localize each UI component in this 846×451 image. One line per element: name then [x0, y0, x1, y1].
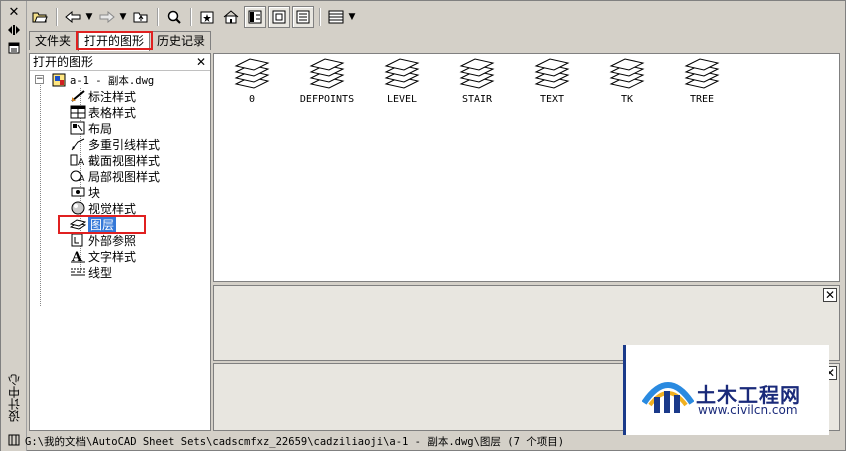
- tree-root-label: a-1 - 副本.dwg: [70, 74, 155, 87]
- tree-pane-title: 打开的图形: [33, 55, 94, 69]
- drawing-icon: [52, 73, 68, 87]
- status-bar: G:\我的文档\AutoCAD Sheet Sets\cadscmfxz_226…: [5, 432, 843, 450]
- favorites-button[interactable]: [196, 6, 218, 28]
- tab-strip: 文件夹 打开的图形 历史记录: [29, 31, 212, 51]
- layer-name: TK: [620, 94, 634, 105]
- linetype-icon: [70, 265, 86, 279]
- forward-button[interactable]: [96, 6, 118, 28]
- layer-name: TREE: [689, 94, 715, 105]
- tab-folders[interactable]: 文件夹: [29, 31, 78, 50]
- svg-text:A: A: [78, 158, 85, 167]
- tree-item-table-style[interactable]: 表格样式: [70, 104, 136, 120]
- visual-style-icon: [70, 201, 86, 215]
- tree-item-xref[interactable]: 外部参照: [70, 232, 136, 248]
- text-style-icon: A: [70, 249, 86, 263]
- auto-hide-icon[interactable]: [6, 23, 22, 37]
- tree-item-dimension-style[interactable]: 标注样式: [70, 88, 136, 104]
- layer-name: DEFPOINTS: [299, 94, 355, 105]
- tab-open-drawings[interactable]: 打开的图形: [78, 31, 151, 51]
- status-path: G:\我的文档\AutoCAD Sheet Sets\cadscmfxz_226…: [25, 435, 565, 448]
- tree-item-visual-style[interactable]: 视觉样式: [70, 200, 136, 216]
- tree-pane-header: 打开的图形 ✕: [30, 54, 210, 71]
- layer-name: LEVEL: [386, 94, 418, 105]
- up-button[interactable]: [130, 6, 152, 28]
- tree-item-text-style[interactable]: A 文字样式: [70, 248, 136, 264]
- close-icon[interactable]: ✕: [823, 288, 837, 302]
- svg-text:A: A: [71, 250, 83, 263]
- palette-title-strip: ✕ 设计中心: [1, 1, 27, 451]
- layer-name: 0: [248, 94, 256, 105]
- layer-stack-icon: [591, 58, 663, 92]
- preview-toggle-button[interactable]: [268, 6, 290, 28]
- layer-icon: [70, 217, 86, 231]
- block-icon: [70, 185, 86, 199]
- tree-item-detail-view-style[interactable]: A 局部视图样式: [70, 168, 160, 184]
- detail-view-style-icon: A: [70, 169, 86, 183]
- close-icon[interactable]: ✕: [195, 56, 207, 68]
- layer-name: STAIR: [461, 94, 493, 105]
- back-dropdown-icon[interactable]: ▼: [84, 12, 94, 22]
- watermark-url: www.civilcn.com: [698, 403, 798, 417]
- forward-dropdown-icon[interactable]: ▼: [118, 12, 128, 22]
- layer-item[interactable]: STAIR: [441, 58, 513, 105]
- search-button[interactable]: [163, 6, 185, 28]
- layer-stack-icon: [216, 58, 288, 92]
- layer-stack-icon: [666, 58, 738, 92]
- properties-icon[interactable]: [6, 41, 22, 55]
- layer-item[interactable]: 0: [216, 58, 288, 105]
- content-pane: 0 DEFPOINTS LEVEL STAIR TEXT TK TREE: [213, 53, 840, 282]
- toolbar: ▼ ▼ ▼: [29, 5, 357, 29]
- grip-icon: [5, 434, 21, 448]
- tree-item-multileader-style[interactable]: 多重引线样式: [70, 136, 160, 152]
- layer-item[interactable]: TEXT: [516, 58, 588, 105]
- civilcn-logo-icon: [642, 382, 694, 413]
- tab-history[interactable]: 历史记录: [151, 31, 212, 50]
- close-icon[interactable]: ✕: [6, 5, 22, 20]
- tree-item-linetype[interactable]: 线型: [70, 264, 112, 280]
- layer-item[interactable]: LEVEL: [366, 58, 438, 105]
- xref-icon: [70, 233, 86, 247]
- design-center-window: ✕ 设计中心 ▼ ▼ ▼ 文件夹 打开的图形 历史记录 打开的图形 ✕ − a-…: [0, 0, 846, 451]
- watermark-logo: 土木工程网 www.civilcn.com: [623, 345, 829, 435]
- tree-view-toggle-button[interactable]: [244, 6, 266, 28]
- tree-item-section-view-style[interactable]: A 截面视图样式: [70, 152, 160, 168]
- views-dropdown-icon[interactable]: ▼: [347, 12, 357, 22]
- dimension-style-icon: [70, 89, 86, 103]
- load-button[interactable]: [29, 6, 51, 28]
- svg-text:A: A: [79, 174, 85, 183]
- layout-icon: [70, 121, 86, 135]
- multileader-style-icon: [70, 137, 86, 151]
- collapse-icon[interactable]: −: [35, 75, 44, 84]
- home-button[interactable]: [220, 6, 242, 28]
- layer-stack-icon: [291, 58, 363, 92]
- layer-stack-icon: [516, 58, 588, 92]
- layer-item[interactable]: TREE: [666, 58, 738, 105]
- views-button[interactable]: [325, 6, 347, 28]
- table-style-icon: [70, 105, 86, 119]
- layer-item[interactable]: TK: [591, 58, 663, 105]
- layer-item[interactable]: DEFPOINTS: [291, 58, 363, 105]
- layer-stack-icon: [441, 58, 513, 92]
- description-toggle-button[interactable]: [292, 6, 314, 28]
- tree-root-drawing[interactable]: a-1 - 副本.dwg: [52, 72, 154, 88]
- palette-title: 设计中心: [7, 374, 22, 422]
- layer-stack-icon: [366, 58, 438, 92]
- layer-name: TEXT: [539, 94, 565, 105]
- tree-item-layer[interactable]: 图层: [70, 215, 117, 233]
- tree-pane: 打开的图形 ✕ − a-1 - 副本.dwg 标注样式 表格样式 布局 多重引线…: [29, 53, 211, 431]
- back-button[interactable]: [62, 6, 84, 28]
- section-view-style-icon: A: [70, 153, 86, 167]
- tree-item-layout[interactable]: 布局: [70, 120, 112, 136]
- tree-item-block[interactable]: 块: [70, 184, 100, 200]
